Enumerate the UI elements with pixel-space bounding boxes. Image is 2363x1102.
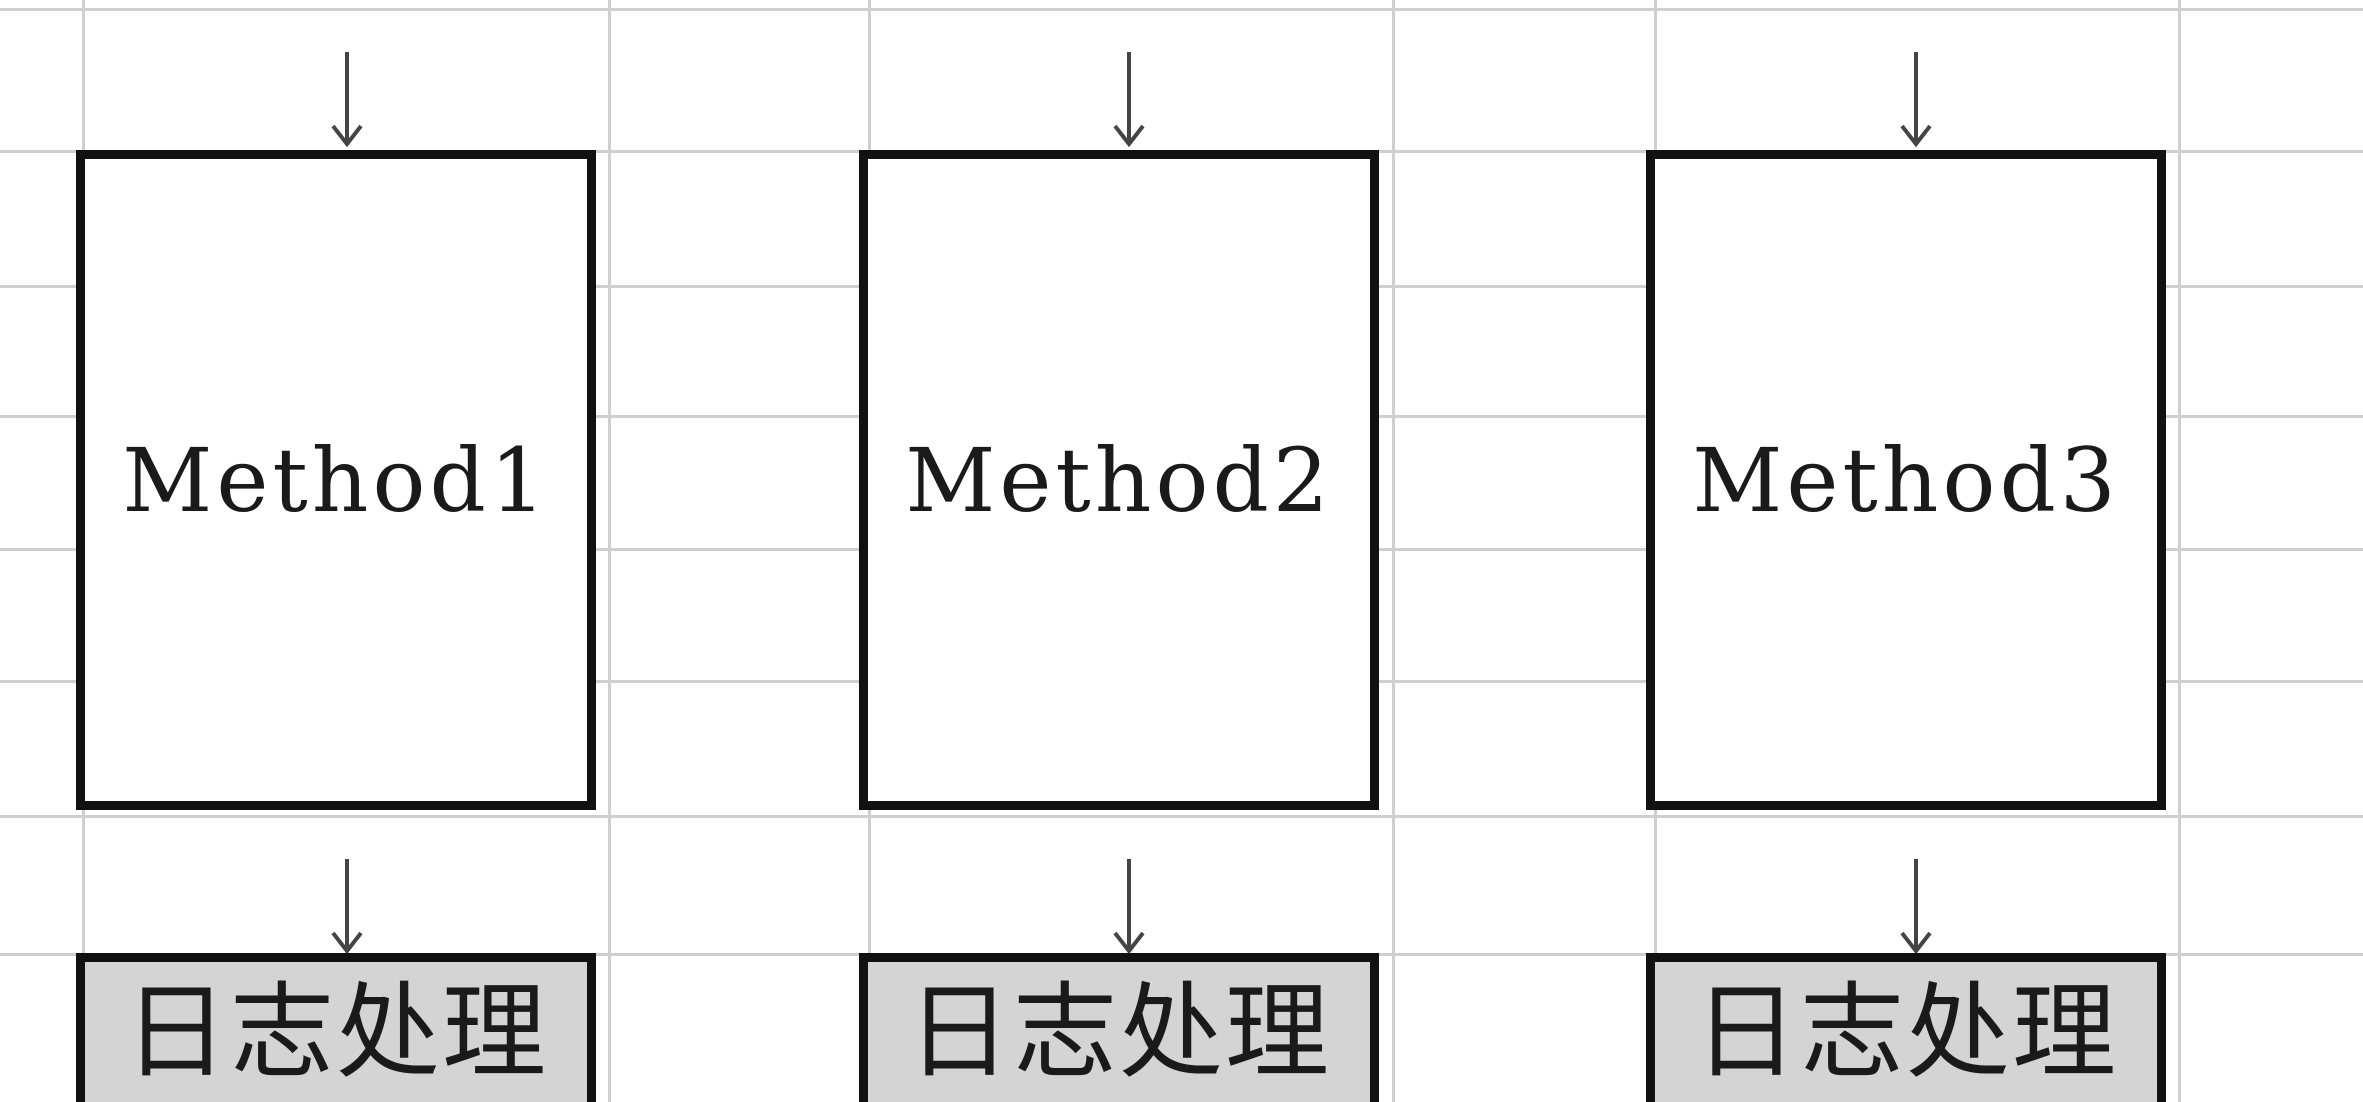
method-box-2: Method2 [859, 150, 1379, 810]
method-label-2: Method2 [905, 428, 1333, 532]
grid-line [1392, 0, 1395, 1102]
method-box-3: Method3 [1646, 150, 2166, 810]
arrow-down-icon [1896, 50, 1936, 150]
arrow-down-icon [327, 857, 367, 957]
method-label-1: Method1 [122, 428, 550, 532]
grid-line [2178, 0, 2181, 1102]
log-label-3: 日志处理 [1693, 971, 2118, 1093]
log-handler-box-2: 日志处理 [859, 953, 1379, 1102]
arrow-down-icon [1109, 857, 1149, 957]
grid-line [608, 0, 611, 1102]
method-label-3: Method3 [1692, 428, 2120, 532]
grid-line [0, 8, 2363, 11]
arrow-down-icon [1109, 50, 1149, 150]
log-label-2: 日志处理 [906, 971, 1331, 1093]
method-box-1: Method1 [76, 150, 596, 810]
grid-line [0, 815, 2363, 818]
log-handler-box-1: 日志处理 [76, 953, 596, 1102]
diagram-canvas: Method1 日志处理 Method2 日志处理 Method3 日志处理 [0, 0, 2363, 1102]
log-handler-box-3: 日志处理 [1646, 953, 2166, 1102]
arrow-down-icon [327, 50, 367, 150]
arrow-down-icon [1896, 857, 1936, 957]
log-label-1: 日志处理 [123, 971, 548, 1093]
